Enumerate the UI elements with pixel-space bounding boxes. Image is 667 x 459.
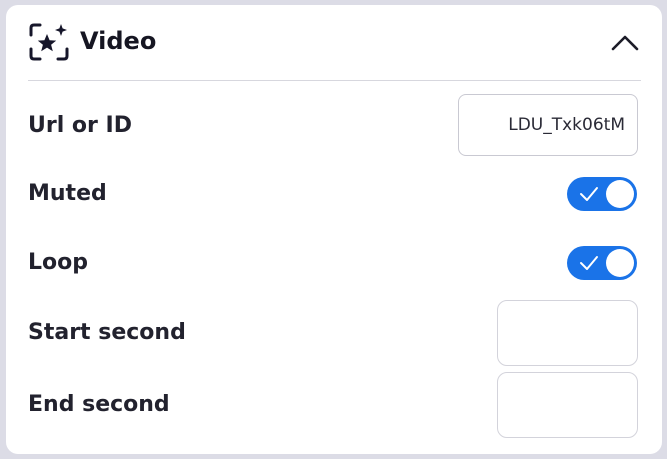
url-input[interactable] [458, 94, 638, 156]
muted-toggle[interactable] [567, 177, 637, 211]
video-sparkle-icon [28, 22, 70, 62]
loop-label: Loop [28, 250, 88, 275]
panel-title: Video [80, 27, 157, 55]
check-icon [580, 256, 598, 270]
toggle-knob [606, 249, 634, 277]
end-second-label: End second [28, 392, 170, 417]
start-second-label: Start second [28, 320, 186, 345]
video-settings-panel: Video Url or ID Muted Loop Start second … [6, 5, 662, 454]
toggle-knob [606, 180, 634, 208]
muted-label: Muted [28, 181, 107, 206]
end-second-input[interactable] [497, 372, 638, 438]
start-second-input[interactable] [497, 300, 638, 366]
url-label: Url or ID [28, 113, 132, 138]
loop-toggle[interactable] [567, 246, 637, 280]
panel-header[interactable]: Video [28, 5, 641, 81]
collapse-button[interactable] [609, 29, 641, 55]
check-icon [580, 187, 598, 201]
chevron-up-icon [611, 35, 639, 51]
